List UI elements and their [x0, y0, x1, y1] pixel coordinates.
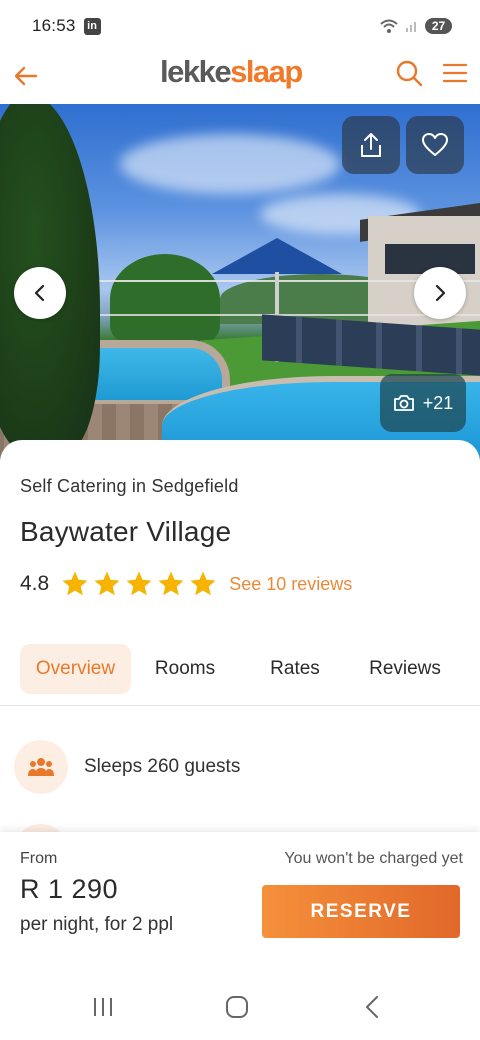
- tab-rooms[interactable]: Rooms: [140, 644, 230, 694]
- feature-text: Sleeps 260 guests: [84, 756, 241, 777]
- hamburger-menu-icon[interactable]: [440, 58, 470, 88]
- photo-cloud: [120, 134, 340, 194]
- camera-icon: [393, 395, 414, 411]
- photo-umbrella: [212, 238, 342, 274]
- logo-text-lekke: lekke: [160, 54, 232, 89]
- star-icon: [94, 571, 120, 596]
- heart-icon: [422, 133, 448, 156]
- back-arrow-icon[interactable]: [10, 60, 42, 92]
- guests-icon: [14, 740, 68, 794]
- tab-reviews[interactable]: Reviews: [355, 644, 455, 694]
- linkedin-icon: in: [83, 17, 101, 35]
- star-icon: [62, 571, 88, 596]
- chevron-right-icon: [435, 284, 446, 302]
- star-icon: [190, 571, 216, 596]
- charge-note: You won't be charged yet: [284, 850, 463, 867]
- brand-logo[interactable]: lekkeslaap: [160, 54, 303, 90]
- home-icon[interactable]: [222, 992, 252, 1022]
- listing-category: Self Catering in Sedgefield: [20, 476, 239, 496]
- wifi-icon: [380, 19, 398, 33]
- reserve-button[interactable]: RESERVE: [262, 885, 460, 938]
- chevron-left-icon: [34, 284, 45, 302]
- price-value: R 1 290: [20, 874, 119, 904]
- system-back-icon[interactable]: [358, 992, 388, 1022]
- see-reviews-link[interactable]: See 10 reviews: [229, 574, 352, 595]
- search-icon[interactable]: [394, 58, 424, 88]
- share-button[interactable]: [342, 116, 400, 174]
- rating-row: 4.8 See 10 reviews: [20, 568, 352, 600]
- recent-apps-icon[interactable]: [88, 992, 118, 1022]
- status-indicators: 27: [379, 18, 452, 34]
- tab-overview[interactable]: Overview: [20, 644, 131, 694]
- section-tabs: Overview Rooms Rates Reviews: [0, 644, 480, 706]
- photo-count-label: +21: [422, 392, 454, 413]
- booking-bar: From R 1 290 per night, for 2 ppl You wo…: [0, 832, 480, 962]
- price-from-label: From: [20, 850, 58, 867]
- star-icon: [158, 571, 184, 596]
- previous-photo-button[interactable]: [14, 267, 66, 319]
- logo-text-slaap: slaap: [230, 54, 303, 89]
- photo-trees: [110, 254, 220, 344]
- listing-title: Baywater Village: [20, 516, 232, 547]
- app-header: lekkeslaap: [0, 52, 480, 104]
- share-icon: [361, 133, 381, 157]
- rating-value: 4.8: [20, 572, 50, 595]
- battery-indicator: 27: [425, 18, 452, 34]
- photo-railing: [40, 280, 480, 282]
- next-photo-button[interactable]: [414, 267, 466, 319]
- star-icon: [126, 571, 152, 596]
- status-time: 16:53: [32, 16, 76, 35]
- favourite-button[interactable]: [406, 116, 464, 174]
- feature-sleeps: Sleeps 260 guests: [14, 740, 240, 794]
- guests-icon-glyph: [28, 758, 54, 776]
- hero-photo[interactable]: +21: [0, 104, 480, 460]
- status-bar: 16:53 in 27: [0, 0, 480, 52]
- tab-rates[interactable]: Rates: [255, 644, 335, 694]
- system-navigation-bar: [0, 962, 480, 1040]
- photo-railing: [40, 314, 480, 316]
- photo-gallery-button[interactable]: +21: [380, 374, 466, 432]
- price-unit: per night, for 2 ppl: [20, 914, 174, 935]
- listing-details: Self Catering in Sedgefield Baywater Vil…: [0, 440, 480, 878]
- signal-icon: [406, 22, 416, 32]
